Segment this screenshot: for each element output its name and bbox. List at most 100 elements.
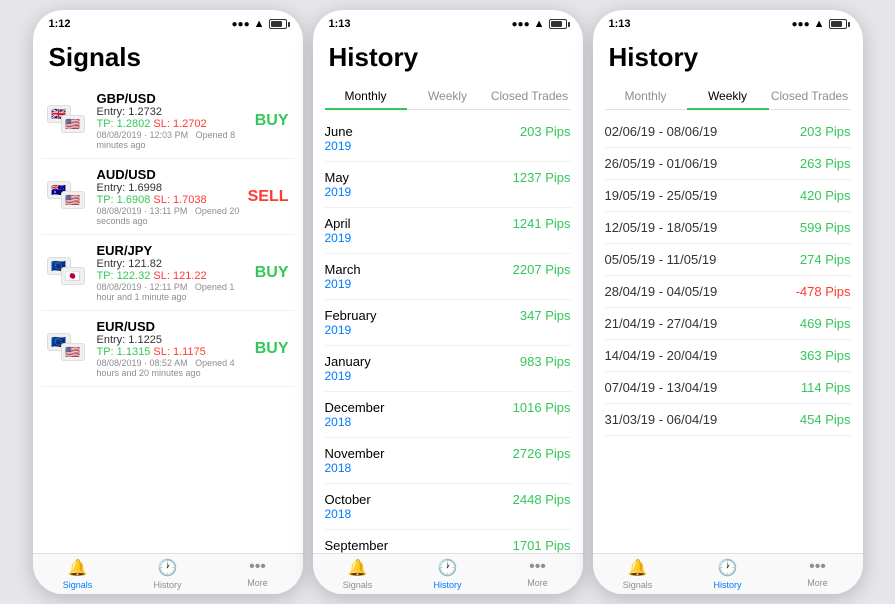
- history-feb[interactable]: February 2019 347 Pips: [325, 300, 571, 346]
- weekly-item-10[interactable]: 31/03/19 - 06/04/19 454 Pips: [605, 404, 851, 436]
- weekly-content: History Monthly Weekly Closed Trades 02/…: [593, 34, 863, 553]
- history-june[interactable]: June 2019 203 Pips: [325, 116, 571, 162]
- status-bar-2: 1:13 ●●● ▲: [313, 10, 583, 34]
- tpsl-gbpusd: TP: 1.2802 SL: 1.2702: [97, 118, 243, 130]
- tpsl-eurusd: TP: 1.1315 SL: 1.1175: [97, 346, 243, 358]
- weekly-item-8[interactable]: 14/04/19 - 20/04/19 363 Pips: [605, 340, 851, 372]
- status-bar-1: 1:12 ●●● ▲: [33, 10, 303, 34]
- tab-signals-2[interactable]: 🔔 Signals: [313, 558, 403, 590]
- signal-item-gbpusd[interactable]: 🇬🇧 🇺🇸 GBP/USD Entry: 1.2732 TP: 1.2802 S…: [41, 83, 295, 159]
- tpsl-eurjpy: TP: 122.32 SL: 121.22: [97, 270, 243, 282]
- flag-pair-audusd: 🇦🇺 🇺🇸: [47, 181, 89, 213]
- signal-info-eurjpy: EUR/JPY Entry: 121.82 TP: 122.32 SL: 121…: [97, 243, 243, 302]
- time-1: 1:12: [49, 18, 71, 30]
- year-dec: 2018: [325, 415, 385, 429]
- tab-more-label-2: More: [527, 578, 548, 588]
- weekly-pips-3: 420 Pips: [800, 188, 851, 203]
- sl-eurusd: SL: 1.1175: [153, 346, 205, 358]
- entry-eurusd: Entry: 1.1225: [97, 334, 243, 346]
- status-icons-3: ●●● ▲: [791, 18, 846, 30]
- history-dec[interactable]: December 2018 1016 Pips: [325, 392, 571, 438]
- tab-signals-icon-1: 🔔: [68, 558, 88, 578]
- weekly-item-6[interactable]: 28/04/19 - 04/05/19 -478 Pips: [605, 276, 851, 308]
- tab-more-1[interactable]: ••• More: [213, 558, 303, 590]
- pips-april: 1241 Pips: [513, 216, 571, 231]
- segment-control-3: Monthly Weekly Closed Trades: [605, 83, 851, 110]
- date-range-5: 05/05/19 - 11/05/19: [605, 252, 717, 267]
- weekly-item-7[interactable]: 21/04/19 - 27/04/19 469 Pips: [605, 308, 851, 340]
- history-label-oct: October 2018: [325, 492, 371, 521]
- signal-icon-1: ●●●: [231, 19, 249, 30]
- pips-march: 2207 Pips: [513, 262, 571, 277]
- segment-monthly-3[interactable]: Monthly: [605, 83, 687, 109]
- tab-signals-1[interactable]: 🔔 Signals: [33, 558, 123, 590]
- tp-eurusd: TP: 1.1315: [97, 346, 151, 358]
- weekly-item-9[interactable]: 07/04/19 - 13/04/19 114 Pips: [605, 372, 851, 404]
- flag-usd-1: 🇺🇸: [61, 115, 85, 133]
- tab-signals-icon-2: 🔔: [348, 558, 368, 578]
- history-monthly-phone: 1:13 ●●● ▲ History Monthly Weekly Closed…: [313, 10, 583, 594]
- history-title-3: History: [593, 34, 863, 79]
- flag-usd-3: 🇺🇸: [61, 343, 85, 361]
- month-oct: October: [325, 492, 371, 507]
- weekly-item-4[interactable]: 12/05/19 - 18/05/19 599 Pips: [605, 212, 851, 244]
- pips-june: 203 Pips: [520, 124, 571, 139]
- year-march: 2019: [325, 277, 361, 291]
- signal-item-eurjpy[interactable]: 🇪🇺 🇯🇵 EUR/JPY Entry: 121.82 TP: 122.32 S…: [41, 235, 295, 311]
- history-april[interactable]: April 2019 1241 Pips: [325, 208, 571, 254]
- tab-signals-3[interactable]: 🔔 Signals: [593, 558, 683, 590]
- tab-history-icon-2: 🕐: [438, 558, 458, 578]
- weekly-item-5[interactable]: 05/05/19 - 11/05/19 274 Pips: [605, 244, 851, 276]
- weekly-history-list: 02/06/19 - 08/06/19 203 Pips 26/05/19 - …: [593, 116, 863, 553]
- weekly-pips-4: 599 Pips: [800, 220, 851, 235]
- weekly-item-1[interactable]: 02/06/19 - 08/06/19 203 Pips: [605, 116, 851, 148]
- month-may: May: [325, 170, 352, 185]
- month-march: March: [325, 262, 361, 277]
- time-2: 1:13: [329, 18, 351, 30]
- signal-item-audusd[interactable]: 🇦🇺 🇺🇸 AUD/USD Entry: 1.6998 TP: 1.6908 S…: [41, 159, 295, 235]
- tab-more-2[interactable]: ••• More: [493, 558, 583, 590]
- signal-info-gbpusd: GBP/USD Entry: 1.2732 TP: 1.2802 SL: 1.2…: [97, 91, 243, 150]
- tab-history-icon-3: 🕐: [718, 558, 738, 578]
- tab-history-2[interactable]: 🕐 History: [403, 558, 493, 590]
- weekly-item-3[interactable]: 19/05/19 - 25/05/19 420 Pips: [605, 180, 851, 212]
- tab-history-3[interactable]: 🕐 History: [683, 558, 773, 590]
- month-feb: February: [325, 308, 377, 323]
- tab-history-1[interactable]: 🕐 History: [123, 558, 213, 590]
- pips-may: 1237 Pips: [513, 170, 571, 185]
- history-label-nov: November 2018: [325, 446, 385, 475]
- action-eurjpy: BUY: [251, 264, 289, 282]
- tab-signals-label-3: Signals: [623, 580, 653, 590]
- sl-gbpusd: SL: 1.2702: [153, 118, 206, 130]
- month-sep: September: [325, 538, 389, 553]
- segment-closed-3[interactable]: Closed Trades: [769, 83, 851, 109]
- date-range-9: 07/04/19 - 13/04/19: [605, 380, 718, 395]
- segment-weekly-2[interactable]: Weekly: [407, 83, 489, 109]
- month-dec: December: [325, 400, 385, 415]
- segment-weekly-3[interactable]: Weekly: [687, 83, 769, 109]
- history-may[interactable]: May 2019 1237 Pips: [325, 162, 571, 208]
- date-range-10: 31/03/19 - 06/04/19: [605, 412, 718, 427]
- tab-more-3[interactable]: ••• More: [773, 558, 863, 590]
- signal-item-eurusd[interactable]: 🇪🇺 🇺🇸 EUR/USD Entry: 1.1225 TP: 1.1315 S…: [41, 311, 295, 387]
- year-oct: 2018: [325, 507, 371, 521]
- history-sep[interactable]: September 2018 1701 Pips: [325, 530, 571, 553]
- status-icons-1: ●●● ▲: [231, 18, 286, 30]
- tab-more-icon-3: •••: [809, 558, 826, 576]
- signal-info-eurusd: EUR/USD Entry: 1.1225 TP: 1.1315 SL: 1.1…: [97, 319, 243, 378]
- history-label-may: May 2019: [325, 170, 352, 199]
- segment-closed-2[interactable]: Closed Trades: [489, 83, 571, 109]
- history-jan[interactable]: January 2019 983 Pips: [325, 346, 571, 392]
- signals-phone: 1:12 ●●● ▲ Signals 🇬🇧 🇺🇸 GBP/USD Entry: …: [33, 10, 303, 594]
- weekly-item-2[interactable]: 26/05/19 - 01/06/19 263 Pips: [605, 148, 851, 180]
- history-nov[interactable]: November 2018 2726 Pips: [325, 438, 571, 484]
- history-oct[interactable]: October 2018 2448 Pips: [325, 484, 571, 530]
- year-jan: 2019: [325, 369, 371, 383]
- signals-list: 🇬🇧 🇺🇸 GBP/USD Entry: 1.2732 TP: 1.2802 S…: [33, 79, 303, 553]
- segment-monthly-2[interactable]: Monthly: [325, 83, 407, 109]
- year-april: 2019: [325, 231, 352, 245]
- action-audusd: SELL: [248, 188, 289, 206]
- tab-history-label-3: History: [713, 580, 741, 590]
- tab-signals-icon-3: 🔔: [628, 558, 648, 578]
- history-march[interactable]: March 2019 2207 Pips: [325, 254, 571, 300]
